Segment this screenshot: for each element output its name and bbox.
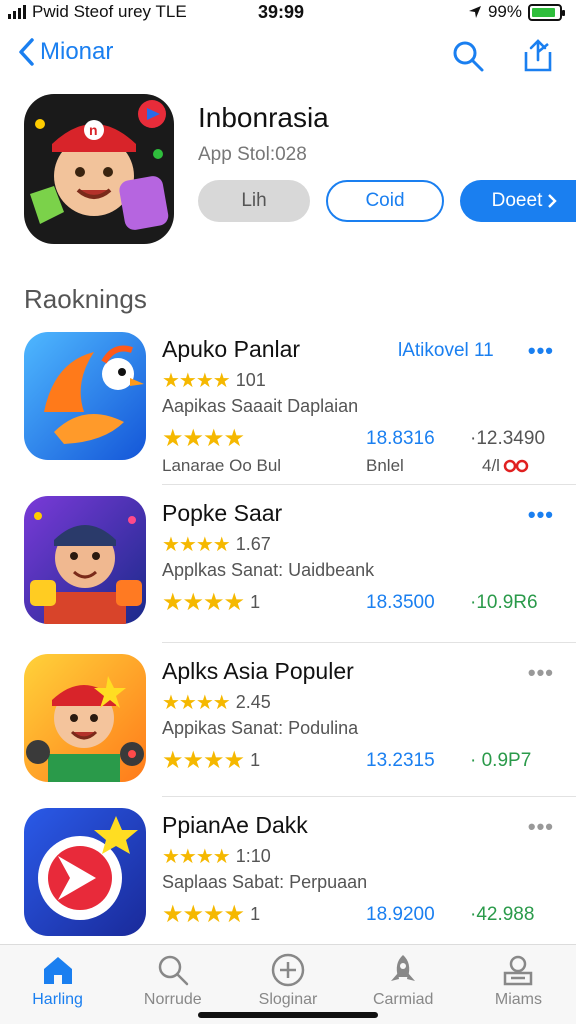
plus-circle-icon bbox=[271, 953, 305, 987]
app-description: Aapikas Saaait Daplaian bbox=[162, 396, 359, 416]
search-icon bbox=[158, 955, 189, 986]
stat-secondary: · 0.9P7 bbox=[470, 750, 532, 771]
stars-icon: ★★★★ bbox=[162, 589, 245, 616]
rating-secondary: ★★★★ bbox=[162, 424, 245, 453]
get-button[interactable]: Doeet bbox=[460, 180, 576, 222]
tab-label: Sloginar bbox=[258, 991, 318, 1008]
app-description: Appikas Sanat: Podulina bbox=[162, 718, 359, 738]
app-name: Aplks Asia Populer bbox=[162, 658, 354, 684]
badge-icon bbox=[503, 459, 529, 473]
stat-primary: 18.9200 bbox=[366, 904, 435, 925]
stat-secondary: ·12.3490 bbox=[470, 428, 546, 449]
app-meta-3-label: 4/l bbox=[482, 456, 500, 475]
share-icon[interactable] bbox=[520, 38, 556, 74]
chevron-left-icon bbox=[19, 38, 34, 66]
rating-secondary: ★★★★ 1 bbox=[162, 588, 260, 617]
more-icon[interactable]: ••• bbox=[528, 338, 554, 364]
rocket-icon bbox=[391, 955, 416, 981]
back-button[interactable]: Mionar bbox=[18, 38, 113, 66]
tab-label: Miams bbox=[494, 991, 542, 1008]
rating: ★★★★ 2.45 bbox=[162, 690, 271, 715]
rating-secondary: ★★★★ 1 bbox=[162, 746, 260, 775]
tab-home[interactable]: Harling bbox=[0, 945, 115, 1024]
rating: ★★★★ 1:10 bbox=[162, 844, 271, 869]
signal-icon bbox=[8, 5, 26, 19]
home-icon bbox=[43, 957, 72, 984]
stars-icon: ★★★★ bbox=[162, 370, 231, 392]
stat-secondary: ·42.988 bbox=[470, 904, 535, 925]
app-meta-2: Bnlel bbox=[366, 456, 404, 475]
chevron-right-icon bbox=[548, 194, 558, 208]
app-name: Apuko Panlar bbox=[162, 336, 301, 362]
status-time: 39:99 bbox=[258, 2, 305, 22]
app-name: Popke Saar bbox=[162, 500, 283, 526]
app-description: Applkas Sanat: Uaidbeank bbox=[162, 560, 375, 580]
outline-button[interactable]: Coid bbox=[326, 180, 444, 222]
tab-label: Carmiad bbox=[372, 991, 434, 1008]
app-meta: Lanarae Oo Bul bbox=[162, 456, 282, 475]
app-icon[interactable] bbox=[24, 496, 146, 624]
tab-label: Harling bbox=[32, 991, 83, 1008]
rating-value: 1.67 bbox=[235, 534, 271, 554]
svg-text:n: n bbox=[89, 122, 98, 138]
rating-secondary-value: 1 bbox=[250, 904, 261, 924]
home-indicator[interactable] bbox=[198, 1012, 378, 1018]
list-item[interactable]: Popke Saar ••• ★★★★ 1.67 Applkas Sanat: … bbox=[0, 496, 576, 646]
rating-secondary-value: 1 bbox=[250, 750, 261, 770]
app-header: n Inbonrasia App Stol:028 Lih Coid Doeet bbox=[24, 94, 576, 244]
stars-icon: ★★★★ bbox=[162, 901, 245, 928]
stat-secondary: ·10.9R6 bbox=[470, 592, 538, 613]
status-carrier: Pwid Steof urey TLE bbox=[32, 2, 187, 21]
app-title: Inbonrasia bbox=[198, 102, 329, 133]
stars-icon: ★★★★ bbox=[162, 846, 231, 868]
back-label: Mionar bbox=[40, 38, 114, 65]
tray-icon bbox=[504, 955, 533, 986]
stat-primary: 13.2315 bbox=[366, 750, 435, 771]
stars-icon: ★★★★ bbox=[162, 534, 231, 556]
app-rank-link[interactable]: lAtikovel 11 bbox=[398, 340, 494, 362]
secondary-button[interactable]: Lih bbox=[198, 180, 310, 222]
stars-icon: ★★★★ bbox=[162, 425, 245, 452]
more-icon[interactable]: ••• bbox=[528, 660, 554, 686]
search-icon[interactable] bbox=[450, 38, 486, 74]
list-item[interactable]: Apuko Panlar lAtikovel 11 ••• ★★★★ 101 A… bbox=[0, 332, 576, 482]
app-icon[interactable] bbox=[24, 808, 146, 936]
rating-secondary: ★★★★ 1 bbox=[162, 900, 260, 929]
divider bbox=[162, 796, 576, 797]
tab-label: Norrude bbox=[143, 991, 202, 1008]
stat-primary: 18.3500 bbox=[366, 592, 435, 613]
stat-primary: 18.8316 bbox=[366, 428, 435, 449]
app-icon[interactable]: n bbox=[24, 94, 174, 244]
rating: ★★★★ 101 bbox=[162, 368, 266, 393]
app-name: PpianAe Dakk bbox=[162, 812, 308, 838]
app-icon[interactable] bbox=[24, 654, 146, 782]
divider bbox=[162, 484, 576, 485]
get-button-label: Doeet bbox=[491, 190, 543, 211]
more-icon[interactable]: ••• bbox=[528, 502, 554, 528]
tab-inbox[interactable]: Miams bbox=[461, 945, 576, 1024]
app-icon[interactable] bbox=[24, 332, 146, 460]
stars-icon: ★★★★ bbox=[162, 692, 231, 714]
app-meta-3: 4/l bbox=[482, 456, 530, 476]
battery-icon bbox=[528, 3, 565, 21]
status-right: 99% bbox=[468, 2, 565, 22]
status-bar: Pwid Steof urey TLE 39:99 99% bbox=[0, 0, 576, 28]
divider bbox=[162, 642, 576, 643]
status-left: Pwid Steof urey TLE bbox=[8, 2, 187, 22]
battery-percent: 99% bbox=[487, 2, 522, 21]
app-description: Saplaas Sabat: Perpuaan bbox=[162, 872, 368, 892]
rating-secondary-value: 1 bbox=[250, 592, 261, 612]
nav-bar: Mionar bbox=[0, 34, 576, 80]
rating-value: 1:10 bbox=[235, 846, 271, 866]
stars-icon: ★★★★ bbox=[162, 747, 245, 774]
rating: ★★★★ 1.67 bbox=[162, 532, 271, 557]
rating-value: 2.45 bbox=[235, 692, 271, 712]
list-item[interactable]: Aplks Asia Populer ••• ★★★★ 2.45 Appikas… bbox=[0, 654, 576, 804]
app-subtitle: App Stol:028 bbox=[198, 144, 307, 165]
rating-value: 101 bbox=[235, 370, 266, 390]
more-icon[interactable]: ••• bbox=[528, 814, 554, 840]
location-icon bbox=[468, 6, 481, 18]
list-item[interactable]: PpianAe Dakk ••• ★★★★ 1:10 Saplaas Sabat… bbox=[0, 808, 576, 958]
section-title: Raoknings bbox=[24, 284, 147, 314]
